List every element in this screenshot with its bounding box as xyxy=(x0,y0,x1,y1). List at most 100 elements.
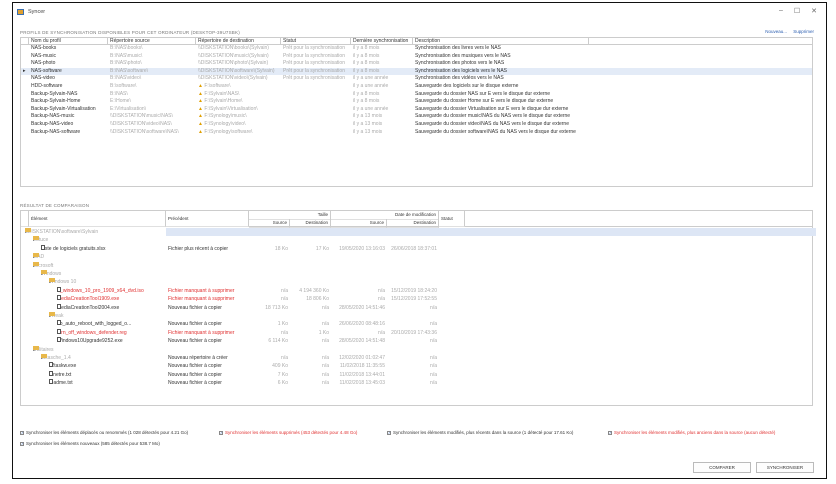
sync-option-checkbox[interactable]: ✓Synchroniser les éléments supprimés (45… xyxy=(219,430,357,435)
tree-element: ▸Windows xyxy=(41,270,165,278)
synchronize-button[interactable]: SYNCHRONISER xyxy=(756,462,814,473)
tree-row[interactable]: ▸Windows 10 xyxy=(21,278,812,286)
cell-ss: 1 Ko xyxy=(249,320,288,328)
cell-sd: 4 194 360 Ko xyxy=(290,287,329,295)
profile-name: Backup-NAS-software xyxy=(29,129,108,137)
profile-row[interactable]: ▸NAS-softwareB:\NAS\software\\\DISKSTATI… xyxy=(21,68,812,76)
tree-row[interactable]: turn_off_windows_defender.regFichier man… xyxy=(21,329,812,337)
profile-row[interactable]: NAS-photoB:\NAS\photo\\\DISKSTATION\phot… xyxy=(21,60,812,68)
tree-row[interactable]: ▸Utilitaires xyxy=(21,346,812,354)
tree-row[interactable]: ▸\\DISKSTATION\software\Sylvain xyxy=(21,228,812,236)
profile-row[interactable]: NAS-videoB:\NAS\video\\\DISKSTATION\vide… xyxy=(21,75,812,83)
row-highlight xyxy=(166,228,816,236)
profile-row[interactable]: Backup-Sylvain-HomeE:\Home\▲ F:\Sylvain\… xyxy=(21,98,812,106)
profile-status xyxy=(281,106,351,114)
col-header-name[interactable]: Nom du profil xyxy=(29,38,108,44)
profile-row[interactable]: Backup-NAS-software\\DISKSTATION\softwar… xyxy=(21,129,812,137)
tree-row[interactable]: ▸k2tasche_1.4Nouveau répertoire à créern… xyxy=(21,354,812,362)
profile-source: B:\NAS\software\ xyxy=(108,68,196,76)
profile-last-sync: il y a une année xyxy=(351,106,413,114)
cell-ds: 28/05/2020 14:51:48 xyxy=(331,337,385,345)
profile-destination-text: \\DISKSTATION\software\(Sylvain) xyxy=(198,68,275,74)
element-name: \\DISKSTATION\software\Sylvain xyxy=(25,229,98,235)
element-name: MediaCreationTool1909.exe xyxy=(57,296,119,302)
tree-row[interactable]: ▸Microsoft xyxy=(21,262,812,270)
tree-row[interactable]: MediaCreationTool2004.exeNouveau fichier… xyxy=(21,304,812,312)
checkbox-checked-icon[interactable]: ✓ xyxy=(387,431,391,435)
app-window: Syncer – ☐ ✕ PROFILS DE SYNCHRONISATION … xyxy=(12,2,827,479)
col-header-destination[interactable]: Répertoire de destination xyxy=(196,38,281,44)
checkbox-checked-icon[interactable]: ✓ xyxy=(20,431,24,435)
col-header-date-source[interactable]: Source xyxy=(331,219,387,228)
row-marker xyxy=(21,113,29,121)
new-profile-link[interactable]: Nouveau... xyxy=(765,29,787,34)
profile-description: Synchronisation des photos vers le NAS xyxy=(413,60,589,68)
close-button[interactable]: ✕ xyxy=(807,7,821,15)
checkbox-checked-icon[interactable]: ✓ xyxy=(219,431,223,435)
profile-source: B:\NAS\ xyxy=(108,91,196,99)
sync-option-checkbox[interactable]: ✓Synchroniser les éléments nouveaux (585… xyxy=(20,441,160,446)
checkbox-checked-icon[interactable]: ✓ xyxy=(608,431,612,435)
element-name: k2taskw.exe xyxy=(49,363,76,369)
tree-row[interactable]: ▸Astuce xyxy=(21,236,812,244)
profile-row[interactable]: Backup-NAS-video\\DISKSTATION\video\NAS\… xyxy=(21,121,812,129)
sync-option-label: Synchroniser les éléments supprimés (453… xyxy=(225,430,357,435)
col-header-description[interactable]: Description xyxy=(413,38,589,44)
profile-row[interactable]: Backup-Sylvain-VirtualisationE:\Virtuali… xyxy=(21,106,812,114)
col-header-source[interactable]: Répertoire source xyxy=(108,38,196,44)
profile-last-sync: il y a 13 mois xyxy=(351,113,413,121)
profile-destination: \\DISKSTATION\software\(Sylvain) xyxy=(196,68,281,76)
col-header-status[interactable]: Statut xyxy=(281,38,351,44)
delete-profile-link[interactable]: Supprimer xyxy=(793,29,814,34)
minimize-button[interactable]: – xyxy=(774,7,788,14)
tree-row[interactable]: MediaCreationTool1909.exeFichier manquan… xyxy=(21,295,812,303)
profile-source: B:\NAS\video\ xyxy=(108,75,196,83)
compare-button[interactable]: COMPARER xyxy=(693,462,751,473)
col-header-element[interactable]: Élément xyxy=(29,211,166,227)
profile-row[interactable]: NAS-musicB:\NAS\music\\\DISKSTATION\musi… xyxy=(21,53,812,61)
sync-option-checkbox[interactable]: ✓Synchroniser les éléments déplacés ou r… xyxy=(20,430,188,435)
profile-row[interactable]: Backup-NAS-music\\DISKSTATION\music\NAS\… xyxy=(21,113,812,121)
profile-last-sync: il y a 8 mois xyxy=(351,68,413,76)
tree-element: ▸\\DISKSTATION\software\Sylvain xyxy=(25,228,165,236)
tree-row[interactable]: k2taskw.exeNouveau fichier à copier409 K… xyxy=(21,362,812,370)
file-icon xyxy=(57,304,61,309)
col-header-previous[interactable]: Précédent xyxy=(166,211,249,227)
tree-row[interactable]: Windows10Upgrade9252.exeNouveau fichier … xyxy=(21,337,812,345)
col-header-size-source[interactable]: Source xyxy=(249,219,290,228)
row-marker xyxy=(21,83,29,91)
profiles-table: Nom du profil Répertoire source Répertoi… xyxy=(20,37,813,187)
sync-option-checkbox[interactable]: ✓Synchroniser les éléments modifiés, plu… xyxy=(387,430,573,435)
row-marker xyxy=(21,106,29,114)
tree-row[interactable]: ▸Windows xyxy=(21,270,812,278)
folder-icon xyxy=(33,253,39,257)
tree-element: Windows10Upgrade9252.exe xyxy=(57,337,165,345)
cell-sd: 18 806 Ko xyxy=(290,295,329,303)
tree-row[interactable]: fenetre.txtNouveau fichier à copier7 Kon… xyxy=(21,371,812,379)
tree-row[interactable]: readme.txtNouveau fichier à copier6 Kon/… xyxy=(21,379,812,387)
checkbox-checked-icon[interactable]: ✓ xyxy=(20,442,24,446)
profile-row[interactable]: NAS-booksB:\NAS\books\\\DISKSTATION\book… xyxy=(21,45,812,53)
folder-icon xyxy=(49,278,55,282)
tree-row[interactable]: fr_windows_10_pro_1909_x64_dvd.isoFichie… xyxy=(21,287,812,295)
tree-row[interactable]: Liste de logiciels gratuits.xlsxFichier … xyxy=(21,245,812,253)
folder-icon xyxy=(33,262,39,266)
col-header-status[interactable]: Statut xyxy=(439,211,465,227)
tree-row[interactable]: ▸MAD xyxy=(21,253,812,261)
profile-destination-text: \\DISKSTATION\video\(Sylvain) xyxy=(198,75,268,81)
tree-row[interactable]: ▸Tweak xyxy=(21,312,812,320)
profile-row[interactable]: Backup-Sylvain-NASB:\NAS\▲ F:\Sylvain\NA… xyxy=(21,91,812,99)
sync-option-checkbox[interactable]: ✓Synchroniser les éléments modifiés, plu… xyxy=(608,430,775,435)
cell-ss: 6 Ko xyxy=(249,379,288,387)
file-icon xyxy=(57,329,61,334)
cell-ds: 26/06/2020 08:48:16 xyxy=(331,320,385,328)
profile-row[interactable]: HDD-softwareB:\software\▲ F:\software\il… xyxy=(21,83,812,91)
cell-dd: n/a xyxy=(387,379,437,387)
col-header-size-destination[interactable]: Destination xyxy=(290,219,331,228)
col-header-date-destination[interactable]: Destination xyxy=(387,219,439,228)
tree-element: MediaCreationTool2004.exe xyxy=(57,304,165,312)
profile-destination: ▲ F:\software\ xyxy=(196,83,281,91)
tree-row[interactable]: no_auto_reboot_with_logged_o...Nouveau f… xyxy=(21,320,812,328)
col-header-last-sync[interactable]: Dernière synchronisation xyxy=(351,38,413,44)
maximize-button[interactable]: ☐ xyxy=(790,7,804,15)
